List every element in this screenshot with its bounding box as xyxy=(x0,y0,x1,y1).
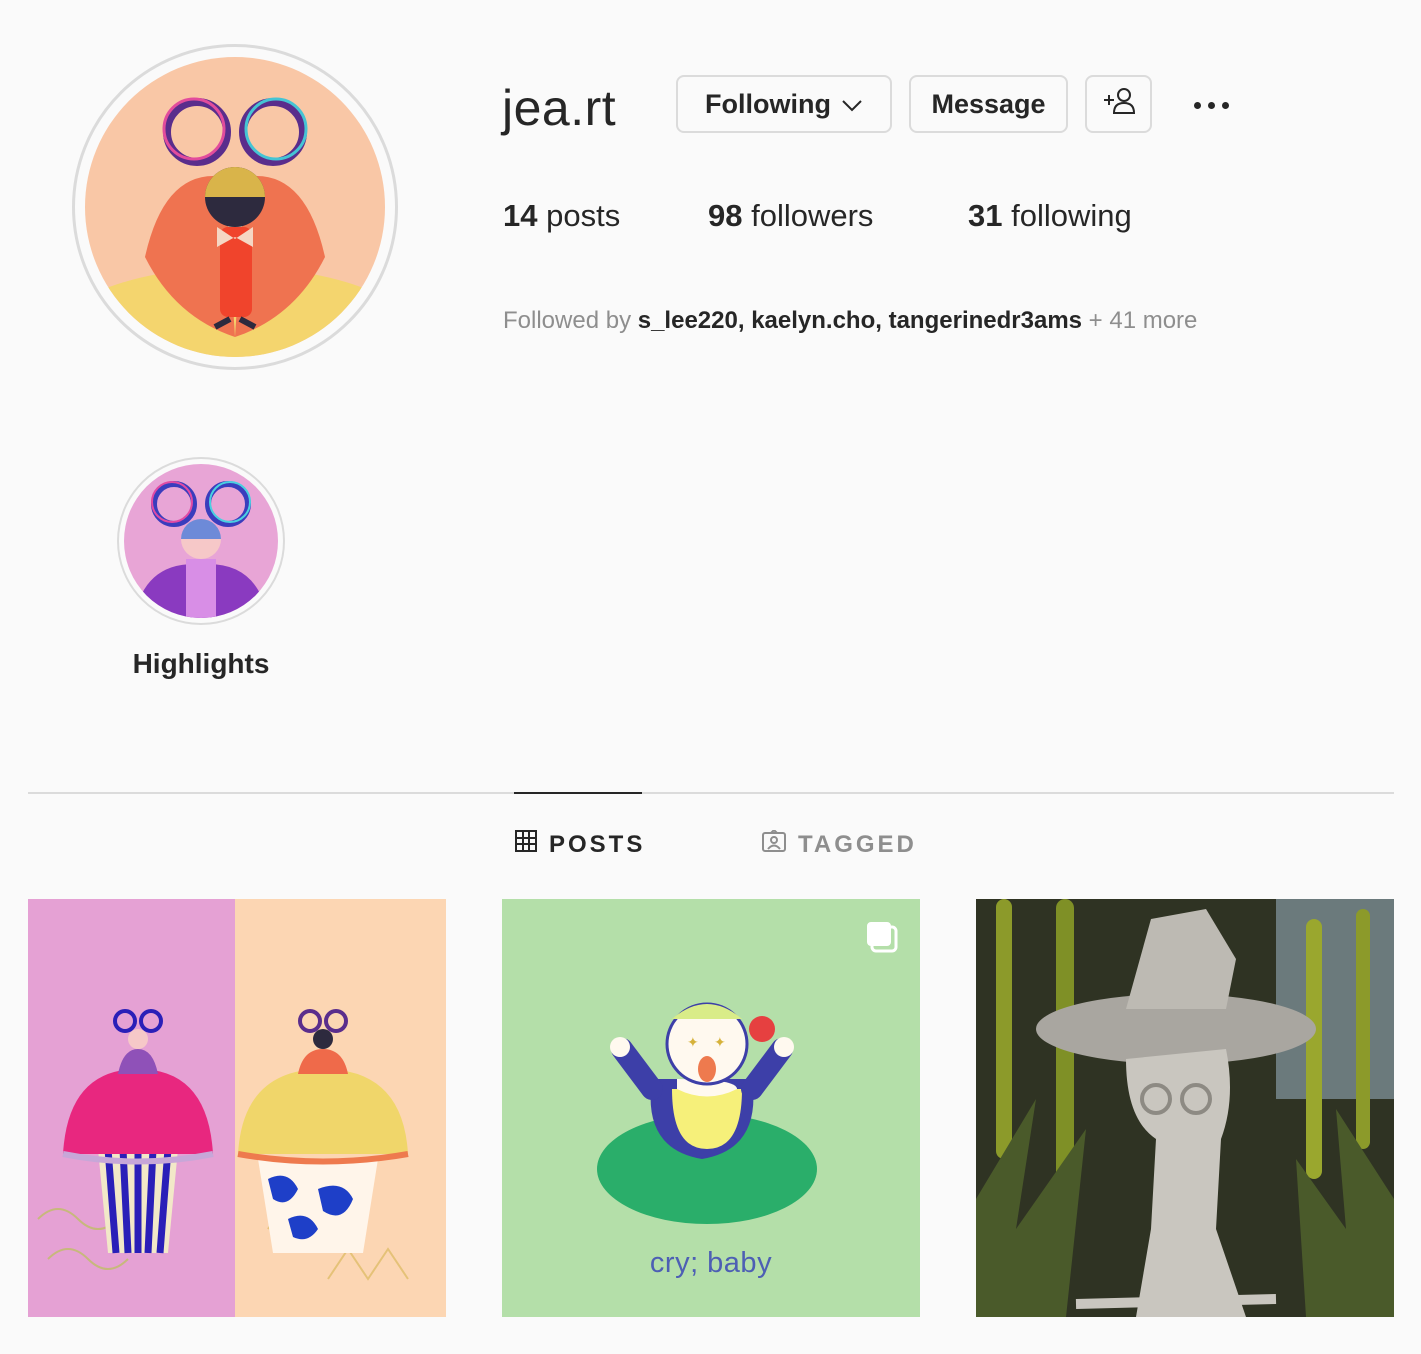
following-stat[interactable]: 31 following xyxy=(968,198,1132,234)
following-button-label: Following xyxy=(705,88,831,119)
posts-label: posts xyxy=(546,198,621,233)
active-tab-indicator xyxy=(514,792,642,794)
followers-count: 98 xyxy=(708,198,743,233)
highlight-image xyxy=(124,464,278,618)
tab-tagged-label: TAGGED xyxy=(798,830,917,858)
tab-tagged[interactable]: TAGGED xyxy=(762,828,917,859)
follower-username[interactable]: kaelyn.cho xyxy=(751,307,875,334)
highlight-label: Highlights xyxy=(132,648,270,679)
followed-by-more[interactable]: + 41 more xyxy=(1089,307,1198,334)
suggest-users-button[interactable] xyxy=(1085,75,1152,133)
following-button[interactable]: Following xyxy=(676,75,892,133)
svg-text:✦: ✦ xyxy=(687,1035,699,1051)
avatar-image xyxy=(85,57,385,357)
followed-by-text[interactable]: Followed by s_lee220, kaelyn.cho, tanger… xyxy=(503,307,1197,335)
following-label: following xyxy=(1011,198,1132,233)
post-thumbnail[interactable]: ✦ ✦ cry; baby xyxy=(502,899,920,1317)
post-thumbnail[interactable] xyxy=(28,899,446,1317)
follower-username[interactable]: s_lee220 xyxy=(638,307,738,334)
message-button-label: Message xyxy=(931,88,1046,119)
carousel-icon xyxy=(864,919,900,960)
highlight-cover[interactable] xyxy=(117,457,285,625)
followers-label: followers xyxy=(751,198,874,233)
separator: , xyxy=(737,307,745,334)
posts-count-stat: 14 posts xyxy=(503,198,620,234)
following-count: 31 xyxy=(968,198,1003,233)
add-person-icon xyxy=(1102,86,1136,123)
profile-avatar[interactable] xyxy=(72,44,398,370)
separator: , xyxy=(875,307,882,334)
followers-stat[interactable]: 98 followers xyxy=(708,198,873,234)
grid-icon xyxy=(515,830,537,859)
profile-page: jea.rt Following Message 14 posts 98 fol… xyxy=(0,0,1421,1354)
tab-posts[interactable]: POSTS xyxy=(515,830,645,859)
page-bottom xyxy=(0,1317,1421,1354)
tab-posts-label: POSTS xyxy=(549,830,646,858)
posts-count: 14 xyxy=(503,198,538,233)
more-options-icon[interactable] xyxy=(1186,90,1236,120)
svg-text:✦: ✦ xyxy=(714,1035,726,1051)
tagged-person-icon xyxy=(762,828,786,859)
chevron-down-icon xyxy=(841,89,863,120)
post-thumbnail[interactable] xyxy=(976,899,1394,1317)
tabs-divider xyxy=(28,792,1394,794)
message-button[interactable]: Message xyxy=(909,75,1068,133)
follower-username[interactable]: tangerinedr3ams xyxy=(889,307,1082,334)
post-caption: cry; baby xyxy=(649,1247,773,1279)
followed-by-prefix: Followed by xyxy=(503,307,632,334)
profile-username: jea.rt xyxy=(502,80,617,136)
